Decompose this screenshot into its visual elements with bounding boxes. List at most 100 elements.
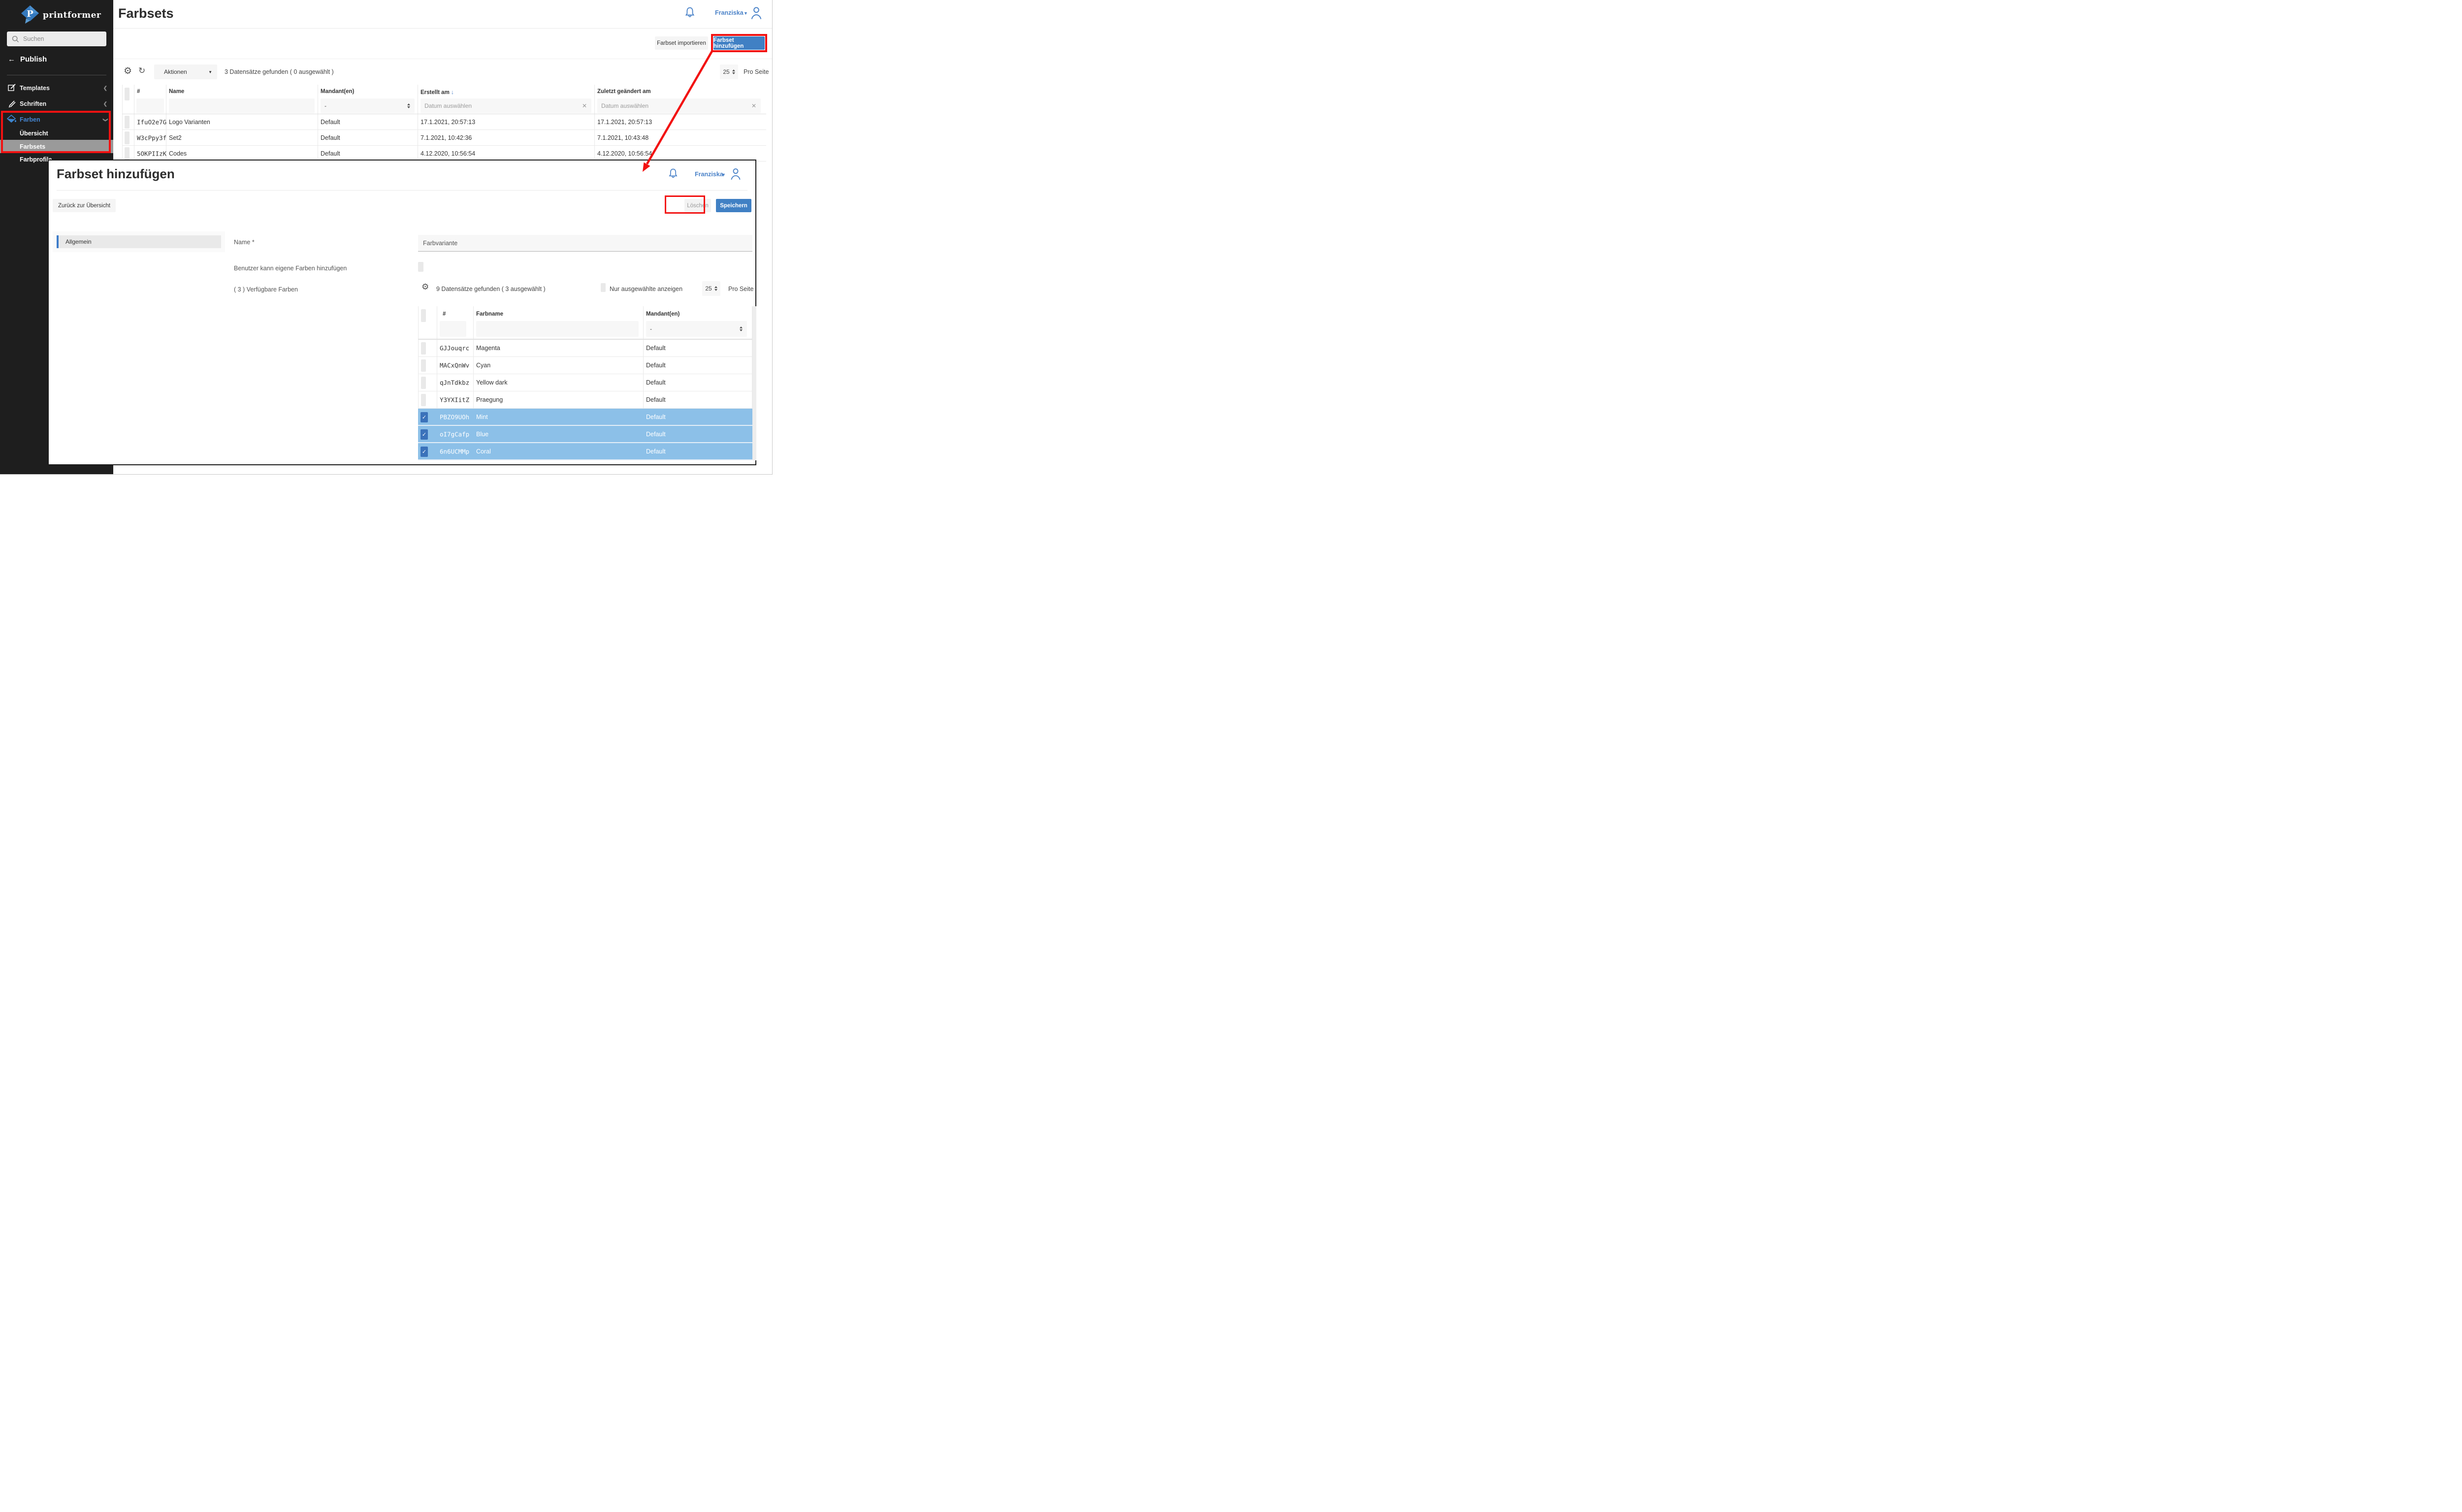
cell-mandant: Default [646,362,666,369]
available-colors-label: ( 3 ) Verfügbare Farben [234,286,298,293]
refresh-icon[interactable]: ↻ [138,66,145,76]
row-checkbox[interactable] [125,147,130,160]
user-avatar-icon[interactable] [729,167,742,181]
actions-dropdown[interactable]: Aktionen ▼ [154,64,217,79]
import-farbset-button[interactable]: Farbset importieren [655,36,708,50]
cell-mandant: Default [321,150,340,157]
tab-allgemein[interactable]: Allgemein [57,235,221,248]
mandant-filter-select[interactable]: - [646,321,747,337]
table-row[interactable]: Y3YXIitZPraegungDefault [418,391,752,409]
table-row[interactable]: ✓oI7gCafpBlueDefault [418,426,752,443]
notifications-bell-icon[interactable] [683,6,696,20]
search-input[interactable]: Suchen [7,32,106,46]
add-farbset-button[interactable]: Farbset hinzufügen [713,36,765,50]
row-checkbox[interactable] [421,342,426,354]
id-filter-input[interactable] [136,98,164,113]
column-header-farbname[interactable]: Farbname [476,311,503,317]
modified-date-filter[interactable]: Datum auswählen ✕ [597,98,761,113]
table-row[interactable]: ✓PBZO9UOhMintDefault [418,409,752,426]
farbname-filter-input[interactable] [476,321,639,337]
column-header-modified[interactable]: Zuletzt geändert am [597,89,651,95]
user-caret-down-icon[interactable]: ▼ [744,11,748,16]
settings-gear-icon[interactable]: ⚙ [124,65,132,77]
cell-id: GJJouqrc [440,345,469,352]
user-name[interactable]: Franziska [715,9,744,16]
row-checkbox[interactable] [125,131,130,144]
scrollbar-track[interactable] [752,306,756,460]
sidebar-item-farben[interactable]: Farben ❮ [0,112,113,127]
results-count: 3 Datensätze gefunden ( 0 ausgewählt ) [225,68,334,75]
select-all-checkbox[interactable] [421,309,426,322]
page-size-value: 25 [705,285,712,292]
select-all-checkbox[interactable] [125,88,130,100]
user-name[interactable]: Franziska [695,171,723,178]
svg-text:P: P [27,9,33,19]
back-arrow-icon: ← [8,55,15,64]
cell-farbname: Blue [476,431,488,438]
cell-id: 6n6UCMMp [440,448,469,455]
column-header-mandant[interactable]: Mandant(en) [321,89,354,95]
mandant-filter-select[interactable]: - [321,98,415,113]
sidebar-item-label: Farben [20,116,40,123]
spinner-icon [714,286,717,291]
column-header-created-label: Erstellt am [421,90,450,96]
row-checkbox-checked[interactable]: ✓ [421,447,428,457]
row-checkbox[interactable] [125,116,130,129]
created-date-filter[interactable]: Datum auswählen ✕ [421,98,591,113]
column-header-created[interactable]: Erstellt am ↓ [421,89,454,96]
user-colors-checkbox[interactable] [418,262,423,272]
column-header-mandant[interactable]: Mandant(en) [646,311,680,317]
save-button[interactable]: Speichern [716,199,751,212]
cell-name: Set2 [169,134,182,141]
clear-icon[interactable]: ✕ [582,102,587,109]
header-divider [113,28,772,29]
pencil-icon [7,99,17,109]
column-header-name[interactable]: Name [169,89,184,95]
table-row[interactable]: GJJouqrcMagentaDefault [418,340,752,357]
cell-farbname: Coral [476,448,491,455]
user-caret-down-icon[interactable]: ▼ [721,172,726,177]
row-checkbox[interactable] [421,377,426,389]
row-checkbox-checked[interactable]: ✓ [421,429,428,440]
chevron-down-icon: ❮ [103,117,107,123]
template-icon [7,83,17,94]
table-row[interactable]: qJnTdkbzYellow darkDefault [418,374,752,391]
clear-icon[interactable]: ✕ [751,102,756,109]
delete-button[interactable]: Löschen [684,199,711,212]
row-checkbox-checked[interactable]: ✓ [421,412,428,422]
cell-name: Codes [169,150,187,157]
settings-gear-icon[interactable]: ⚙ [421,282,429,292]
name-field-value: Farbvariante [423,240,457,247]
only-selected-checkbox[interactable] [601,283,606,292]
table-row[interactable]: IfuO2e7GLogo VariantenDefault17.1.2021, … [122,114,766,130]
table-row[interactable]: MACxQnWvCyanDefault [418,357,752,374]
spinner-icon [732,69,735,74]
mandant-filter-value: - [650,325,652,332]
chevron-left-icon: ❮ [103,101,107,107]
user-avatar-icon[interactable] [749,5,763,20]
back-to-publish[interactable]: ← Publish [8,55,47,64]
sidebar-item-templates[interactable]: Templates ❮ [0,81,113,96]
row-checkbox[interactable] [421,359,426,372]
name-field[interactable]: Farbvariante [418,235,752,252]
column-header-id[interactable]: # [443,311,446,317]
dialog-results-count: 9 Datensätze gefunden ( 3 ausgewählt ) [436,286,546,292]
sidebar-subitem-label: Übersicht [20,130,48,137]
page-size-select[interactable]: 25 [720,64,738,79]
dialog-page-size-select[interactable]: 25 [702,281,720,296]
cell-created: 17.1.2021, 20:57:13 [421,119,475,126]
name-filter-input[interactable] [169,98,315,113]
sidebar-item-farbsets[interactable]: Farbsets [0,140,113,153]
back-to-overview-button[interactable]: Zurück zur Übersicht [53,199,116,212]
notifications-bell-icon[interactable] [667,168,679,181]
table-row[interactable]: W3cPpy3fSet2Default7.1.2021, 10:42:367.1… [122,130,766,146]
sidebar-item-schriften[interactable]: Schriften ❮ [0,97,113,111]
row-checkbox[interactable] [421,394,426,406]
cell-mandant: Default [321,134,340,141]
name-field-label: Name * [234,239,255,246]
column-header-id[interactable]: # [137,89,140,95]
page-title: Farbsets [118,6,174,21]
id-filter-input[interactable] [440,321,466,337]
sidebar-item-uebersicht[interactable]: Übersicht [0,127,113,140]
table-row[interactable]: ✓6n6UCMMpCoralDefault [418,443,752,460]
